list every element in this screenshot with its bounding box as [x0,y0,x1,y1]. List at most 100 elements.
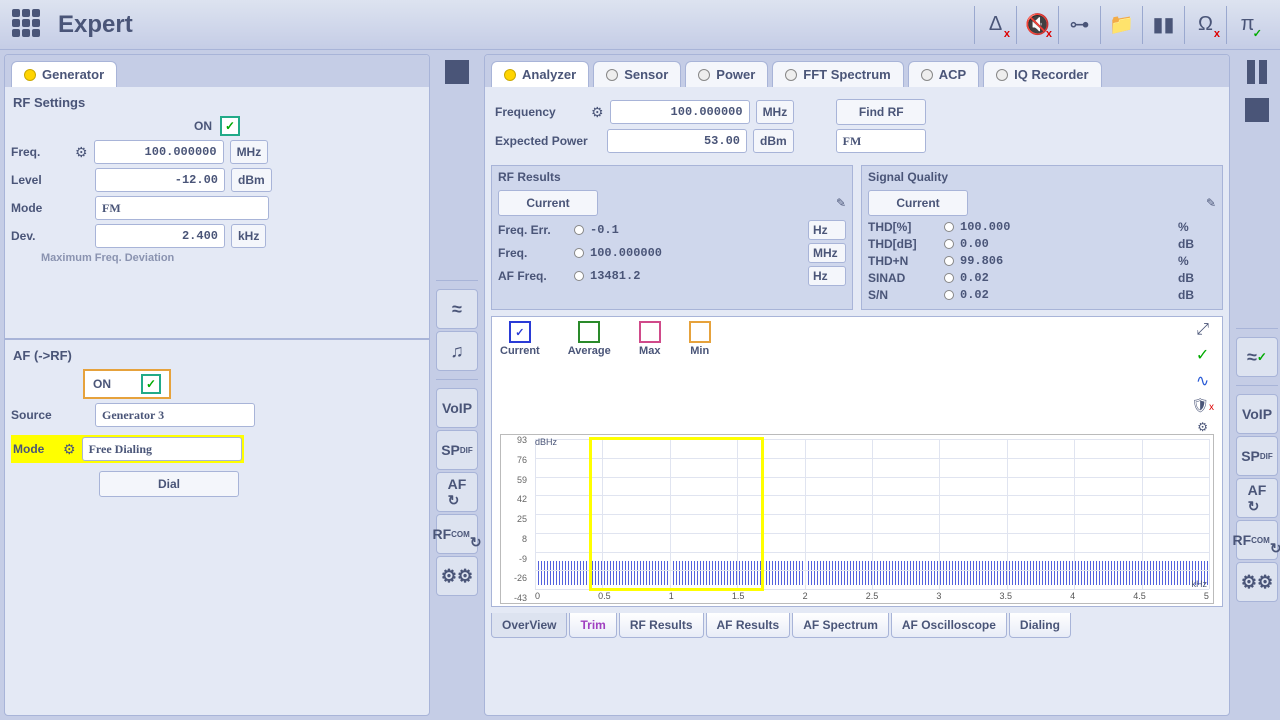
dev-unit[interactable]: kHz [231,224,266,248]
results-grid: RF Results Current ✎ Freq. Err.-0.1HzFre… [485,165,1229,310]
edit-icon[interactable]: ✎ [1206,196,1216,210]
af-on-checkbox[interactable]: ✓ [141,374,161,394]
result-row: THD+N99.806% [868,254,1216,268]
status-dot-icon [24,69,36,81]
title-toolbar: Δx 🔇x ⊶ 📁 ▮▮ Ωx π✓ [974,6,1268,44]
signal-quality-box: Signal Quality Current ✎ THD[%]100.000%T… [861,165,1223,310]
bottom-tabs: OverView Trim RF Results AF Results AF S… [491,613,1223,638]
freq-unit[interactable]: MHz [230,140,269,164]
rf-on-checkbox[interactable]: ✓ [220,116,240,136]
demod-select[interactable]: FM [836,129,926,153]
rf-settings-title: RF Settings [13,95,423,110]
gears-button[interactable]: ⚙⚙ [436,556,478,596]
audio-button[interactable]: ♫ [436,331,478,371]
legend-current[interactable]: ✓Current [500,321,540,357]
exp-power-input[interactable]: 53.00 [607,129,747,153]
level-input[interactable]: -12.00 [95,168,225,192]
dev-label: Dev. [11,229,69,243]
analyzer-settings: Frequency ⚙ 100.000000 MHz Find RF Expec… [485,87,1229,165]
pi-button[interactable]: π✓ [1226,6,1268,44]
wave-button[interactable]: ≈ [436,289,478,329]
spectrum-chart: ✓Current Average Max Min ⤢ ✓ ∿ 🛡x ⚙ [491,316,1223,607]
title-bar: Expert Δx 🔇x ⊶ 📁 ▮▮ Ωx π✓ [0,0,1280,50]
freq-row: Freq. ⚙ 100.000000 MHz [11,140,423,164]
rf-out-button[interactable]: RFCOM↻ [436,514,478,554]
af-in-button[interactable]: AF↻ [1236,478,1278,518]
tab-power[interactable]: Power [685,61,768,87]
legend-max[interactable]: Max [639,321,661,357]
btab-overview[interactable]: OverView [491,613,567,638]
result-row: THD[dB]0.00dB [868,237,1216,251]
voip-button[interactable]: VoIP [1236,394,1278,434]
af-mode-select[interactable]: Free Dialing [82,437,242,461]
result-row: Freq. Err.-0.1Hz [498,220,846,240]
exp-power-unit[interactable]: dBm [753,129,794,153]
voip-button[interactable]: VoIP [436,388,478,428]
exp-power-label: Expected Power [495,134,601,148]
wave-ok-button[interactable]: ≈✓ [1236,337,1278,377]
on-label: ON [194,119,212,133]
legend-min[interactable]: Min [689,321,711,357]
sp-button[interactable]: SPDIF [1236,436,1278,476]
apps-grid-icon[interactable] [12,9,44,41]
gear-icon[interactable]: ⚙ [63,441,76,458]
af-out-button[interactable]: AF↻ [436,472,478,512]
tab-fft[interactable]: FFT Spectrum [772,61,903,87]
folder-button[interactable]: 📁 [1100,6,1142,44]
pause-button[interactable] [1236,54,1278,90]
btab-trim[interactable]: Trim [569,613,616,638]
tab-iq[interactable]: IQ Recorder [983,61,1101,87]
tab-generator[interactable]: Generator [11,61,117,87]
level-unit[interactable]: dBm [231,168,272,192]
btab-rf-results[interactable]: RF Results [619,613,704,638]
stop-button[interactable] [1236,92,1278,128]
tab-label: Generator [42,67,104,82]
x-unit-label: kHz [1192,579,1208,589]
rf-settings-pane: RF Settings ON ✓ Freq. ⚙ 100.000000 MHz … [5,87,429,268]
freq-input[interactable]: 100.000000 [94,140,224,164]
btab-dialing[interactable]: Dialing [1009,613,1071,638]
trace-wave-icon[interactable]: ∿ [1196,371,1209,391]
ana-freq-input[interactable]: 100.000000 [610,100,750,124]
source-select[interactable]: Generator 3 [95,403,255,427]
edit-icon[interactable]: ✎ [836,196,846,210]
omega-button[interactable]: Ωx [1184,6,1226,44]
gear-icon[interactable]: ⚙ [591,104,604,121]
ana-freq-unit[interactable]: MHz [756,100,795,124]
tab-analyzer[interactable]: Analyzer [491,61,589,87]
rf-in-button[interactable]: RFCOM↻ [1236,520,1278,560]
expand-icon[interactable]: ⤢ [1196,321,1209,339]
shield-x-icon[interactable]: 🛡x [1191,397,1214,414]
find-rf-button[interactable]: Find RF [836,99,926,125]
btab-af-results[interactable]: AF Results [706,613,791,638]
gears-button[interactable]: ⚙⚙ [1236,562,1278,602]
stop-button[interactable] [436,54,478,90]
af-on-toggle[interactable]: ON ✓ [83,369,171,399]
mode-select[interactable]: FM [95,196,269,220]
layout-button[interactable]: ▮▮ [1142,6,1184,44]
legend-average[interactable]: Average [568,321,611,357]
delta-button[interactable]: Δx [974,6,1016,44]
mute-button[interactable]: 🔇x [1016,6,1058,44]
sp-button[interactable]: SPDIF [436,430,478,470]
tab-sensor[interactable]: Sensor [593,61,681,87]
trace-ok-icon[interactable]: ✓ [1196,345,1209,365]
gear-icon[interactable]: ⚙ [75,144,88,161]
btab-af-spectrum[interactable]: AF Spectrum [792,613,889,638]
btab-af-osc[interactable]: AF Oscilloscope [891,613,1007,638]
app-title: Expert [58,11,974,39]
freq-label: Freq. [11,145,69,159]
spectrum-plot[interactable]: 93765942258-9-26-43 00.511.522.533.544.5… [500,434,1214,604]
tab-acp[interactable]: ACP [908,61,979,87]
af-section: AF (->RF) ON ✓ Source Generator 3 Mode ⚙… [5,338,429,505]
generator-tabs: Generator [5,55,429,87]
sq-current-button[interactable]: Current [868,190,968,216]
result-row: Freq.100.000000MHz [498,243,846,263]
chart-gear-icon[interactable]: ⚙ [1197,420,1208,434]
dial-button[interactable]: Dial [99,471,239,497]
analyzer-tabs: Analyzer Sensor Power FFT Spectrum ACP I… [485,55,1229,87]
af-mode-label: Mode [13,442,57,456]
dev-input[interactable]: 2.400 [95,224,225,248]
connector-button[interactable]: ⊶ [1058,6,1100,44]
rf-current-button[interactable]: Current [498,190,598,216]
